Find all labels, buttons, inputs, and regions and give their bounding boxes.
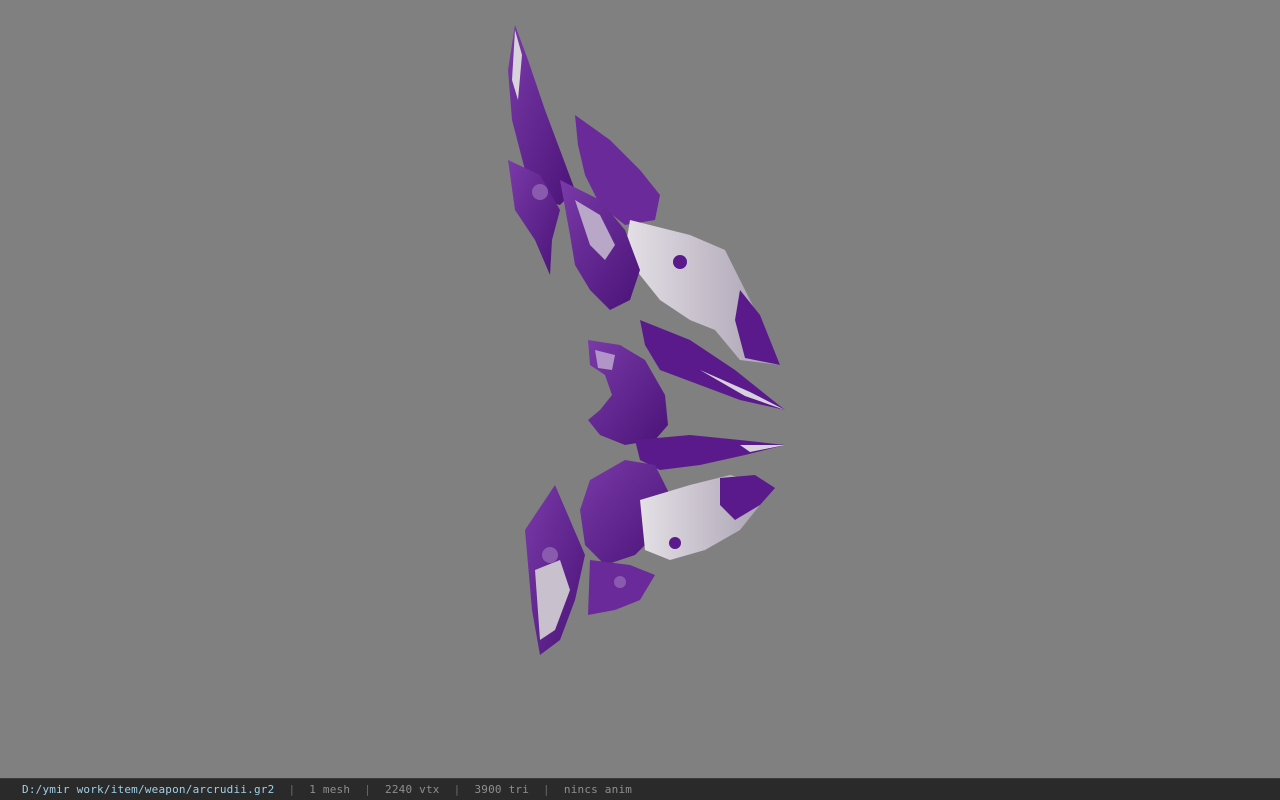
animation-status: nincs anim [563,783,633,796]
weapon-model[interactable] [0,0,1280,778]
vertex-count: 2240 vtx [385,783,440,796]
gem-tail [614,576,626,588]
3d-viewport[interactable] [0,0,1280,778]
mesh-count: 1 mesh [309,783,351,796]
status-bar: D:/ymir work/item/weapon/arcrudii.gr2 | … [0,778,1280,800]
gem-lower-left [542,547,558,563]
gem-lower [669,537,681,549]
triangle-count: 3900 tri [474,783,530,796]
separator: | [364,783,372,796]
separator: | [288,783,296,796]
gem-upper-left [532,184,548,200]
gem-upper [673,255,687,269]
separator: | [543,783,550,796]
separator: | [453,783,461,796]
file-path: D:/ymir work/item/weapon/arcrudii.gr2 [22,783,275,796]
lower-upper-spike [635,435,785,470]
